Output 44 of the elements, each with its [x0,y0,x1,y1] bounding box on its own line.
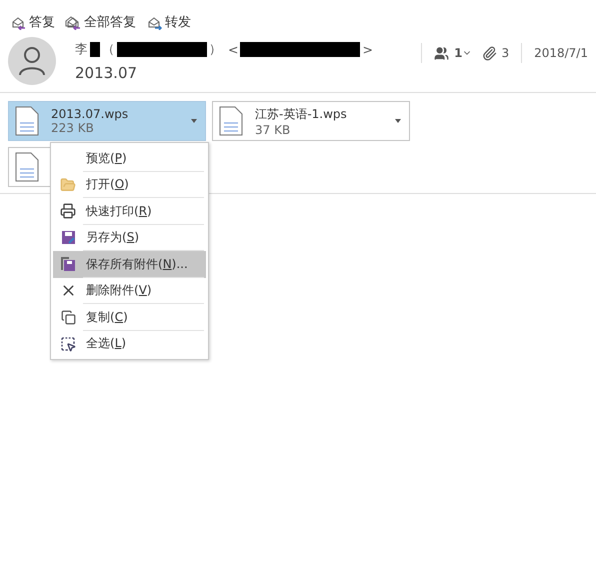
paperclip-icon [482,46,498,60]
menu-item[interactable]: 另存为(S) [53,224,206,251]
copy-icon [60,310,76,325]
people-icon [434,46,450,60]
document-icon [15,152,39,182]
toolbar-button[interactable]: 全部答复 [65,13,136,31]
file-name: 江苏-英语-1.wps [255,106,348,122]
message-date: 2018/7/1 [534,46,588,60]
file-size: 37 KB [255,122,292,136]
file-name: 2013.07.wps [51,107,130,121]
menu-item[interactable]: 打开(O) [53,172,206,198]
file-size: 223 KB [51,121,95,135]
attachment-card[interactable]: 江苏-英语-1.wps 37 KB [212,101,410,141]
person-icon [18,46,46,76]
envelope-icon [10,14,27,30]
printer-icon [60,203,76,220]
sender-email: < [228,42,238,57]
sender-email: > [362,42,373,57]
envelope-icon [65,14,82,30]
select-icon [60,336,76,352]
attachment-card[interactable]: 2013.07.wps 223 KB [8,101,206,141]
toolbar-button[interactable]: 转发 [146,13,191,31]
save-icon [60,230,76,246]
menu-item[interactable]: 全选(L) [53,330,206,357]
envelope-icon [146,14,163,30]
recipients-count[interactable]: 1 [454,46,462,60]
attachment-count: 3 [501,46,510,60]
save-icon [60,256,76,272]
redaction [90,42,100,57]
toolbar-button[interactable]: 答复 [10,13,55,31]
document-icon [219,106,243,136]
caret-icon[interactable] [191,119,197,123]
menu-item[interactable]: 快速打印(R) [53,198,206,224]
sender-name: ） [209,41,222,58]
sender-name: （ [102,41,115,58]
folder-icon [60,176,76,193]
document-icon [15,106,39,136]
sender-name: 李 [75,41,88,58]
menu-item[interactable]: 复制(C) [53,304,206,330]
menu-item[interactable]: 预览(P) [53,145,206,172]
message-subject: 2013.07 [75,64,138,82]
caret-icon[interactable] [395,119,401,123]
menu-item[interactable]: 保存所有附件(N)... [53,251,206,278]
menu-item[interactable]: 删除附件(V) [53,278,206,304]
